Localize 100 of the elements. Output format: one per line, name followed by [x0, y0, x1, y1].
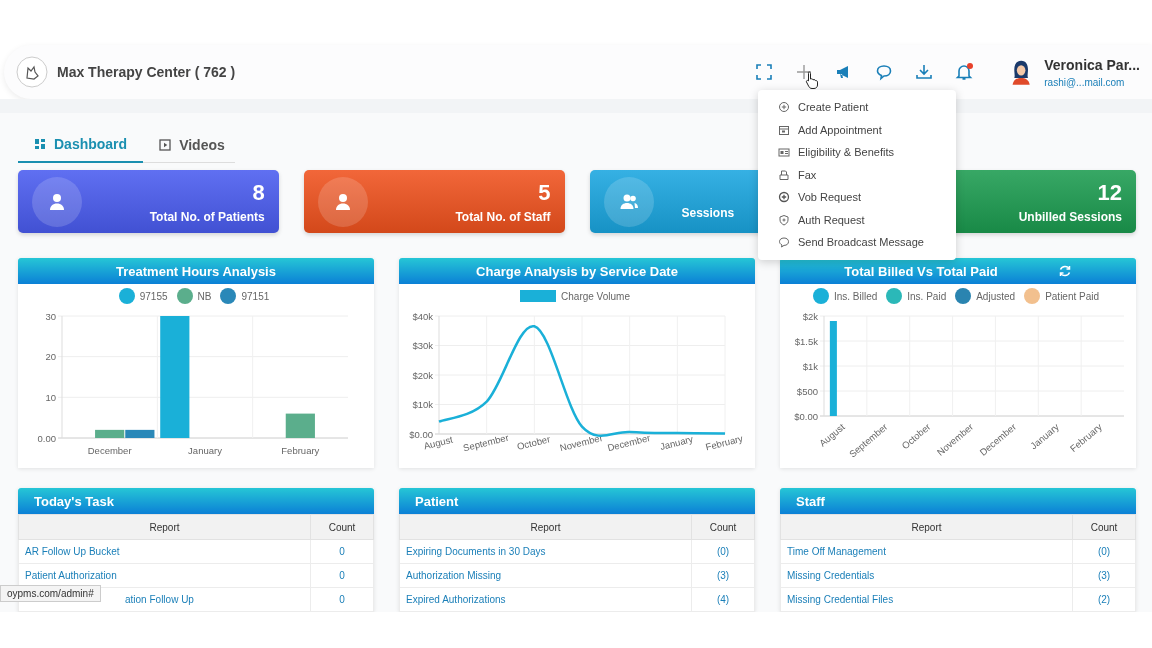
- report-link[interactable]: ation Follow Up: [125, 594, 194, 605]
- column-header: Count: [310, 514, 374, 540]
- legend-label: Patient Paid: [1045, 290, 1100, 302]
- count-cell: 0: [310, 587, 374, 612]
- column-header: Count: [691, 514, 755, 540]
- axis-category-label: November: [558, 431, 604, 454]
- axis-tick-label: $0.00: [794, 410, 818, 422]
- axis-tick-label: $20k: [412, 369, 433, 381]
- chat-icon[interactable]: [874, 62, 894, 82]
- report-link[interactable]: Missing Credentials: [787, 570, 875, 581]
- tab[interactable]: Dashboard: [18, 127, 144, 164]
- column-header: Report: [18, 514, 311, 540]
- axis-tick-label: 0.00: [37, 432, 56, 444]
- menu-item[interactable]: Auth Request: [758, 208, 956, 231]
- count-cell: 0: [310, 539, 374, 564]
- axis-tick-label: 30: [45, 310, 56, 322]
- plus-circle-icon: [778, 191, 790, 204]
- menu-item[interactable]: Create Patient: [758, 96, 956, 119]
- axis-tick-label: $30k: [412, 340, 433, 351]
- count-cell: (3): [691, 563, 755, 588]
- play-icon: [159, 138, 172, 151]
- column-header: Count: [1072, 514, 1136, 540]
- panel-title: Total Billed Vs Total Paid: [844, 263, 998, 279]
- count-cell: (0): [691, 539, 755, 564]
- menu-item[interactable]: Add Appointment: [758, 118, 956, 141]
- count-cell: 0: [310, 563, 374, 588]
- panel-title: Charge Analysis by Service Date: [476, 263, 678, 279]
- axis-category-label: February: [704, 432, 744, 453]
- id-card-icon: [778, 146, 790, 159]
- url-tooltip: oypms.com/admin#: [0, 585, 101, 602]
- legend-label: Adjusted: [976, 290, 1016, 302]
- legend-label: Ins. Paid: [907, 290, 947, 302]
- stat-label: Sessions: [681, 205, 735, 220]
- axis-category-label: December: [87, 445, 132, 456]
- stat-label: Total No. of Staff: [455, 209, 551, 224]
- report-link[interactable]: Missing Credential Files: [787, 594, 894, 605]
- axis-category-label: February: [281, 445, 320, 456]
- menu-item[interactable]: Eligibility & Benefits: [758, 141, 956, 164]
- user-name: Veronica Par...: [1044, 56, 1140, 73]
- column-header: Report: [780, 514, 1073, 540]
- plus-icon[interactable]: [794, 62, 814, 82]
- user-icon: [49, 192, 65, 211]
- logo-icon: [16, 56, 48, 88]
- bar: [125, 429, 155, 438]
- axis-category-label: January: [188, 445, 222, 456]
- panel-title: Staff: [796, 493, 825, 509]
- count-cell: (3): [1072, 563, 1136, 588]
- count-cell: (4): [691, 587, 755, 612]
- axis-category-label: September: [461, 431, 510, 454]
- stat-value: 12: [1097, 179, 1122, 206]
- axis-tick-label: $1.5k: [794, 335, 818, 347]
- column-header: Report: [399, 514, 692, 540]
- calendar-icon: [778, 123, 790, 136]
- chat-icon: [778, 236, 790, 249]
- users-icon: [618, 192, 639, 211]
- plus-circle-icon: [778, 101, 790, 114]
- report-link[interactable]: Expired Authorizations: [406, 594, 506, 605]
- user-email: rashi@...mail.com: [1044, 76, 1126, 88]
- axis-tick-label: $500: [796, 385, 818, 397]
- count-cell: (2): [1072, 587, 1136, 612]
- axis-category-label: December: [606, 431, 652, 454]
- panel-title: Patient: [415, 493, 459, 509]
- user-icon: [334, 192, 351, 211]
- axis-tick-label: $1k: [802, 360, 818, 372]
- legend-label: NB: [197, 290, 212, 302]
- report-link[interactable]: Patient Authorization: [25, 570, 117, 581]
- count-cell: (0): [1072, 539, 1136, 564]
- panel-title: Treatment Hours Analysis: [116, 263, 276, 279]
- refresh-icon[interactable]: [1057, 264, 1072, 278]
- axis-category-label: January: [658, 433, 695, 453]
- bar: [285, 413, 315, 438]
- shield-icon: [778, 213, 790, 226]
- axis-tick-label: 20: [45, 351, 56, 363]
- dashboard-icon: [34, 138, 46, 151]
- axis-tick-label: $2k: [802, 310, 818, 322]
- stat-value: 5: [538, 179, 551, 206]
- bar: [95, 429, 125, 438]
- stat-label: Unbilled Sessions: [1018, 209, 1122, 224]
- menu-item[interactable]: Send Broadcast Message: [758, 231, 956, 254]
- organization-name: Max Therapy Center ( 762 ): [57, 64, 236, 80]
- panel-title: Today's Task: [34, 493, 114, 509]
- report-link[interactable]: Time Off Management: [787, 546, 886, 557]
- report-link[interactable]: AR Follow Up Bucket: [25, 546, 120, 557]
- legend-label: Charge Volume: [561, 290, 630, 302]
- menu-item[interactable]: Vob Request: [758, 186, 956, 209]
- axis-tick-label: $10k: [412, 399, 433, 410]
- stat-label: Total No. of Patients: [149, 209, 265, 224]
- axis-tick-label: $0.00: [409, 428, 433, 440]
- legend-label: 97155: [139, 290, 168, 302]
- report-link[interactable]: Authorization Missing: [406, 570, 502, 581]
- download-icon[interactable]: [914, 62, 934, 82]
- bell-icon[interactable]: [954, 62, 974, 82]
- stat-value: 8: [252, 179, 265, 206]
- axis-category-label: October: [515, 433, 552, 453]
- tab[interactable]: Videos: [143, 127, 241, 163]
- legend-label: 97151: [241, 290, 270, 302]
- axis-tick-label: 10: [45, 391, 56, 403]
- fullscreen-icon[interactable]: [754, 62, 774, 82]
- menu-item[interactable]: Fax: [758, 163, 956, 186]
- legend-label: Ins. Billed: [833, 290, 878, 302]
